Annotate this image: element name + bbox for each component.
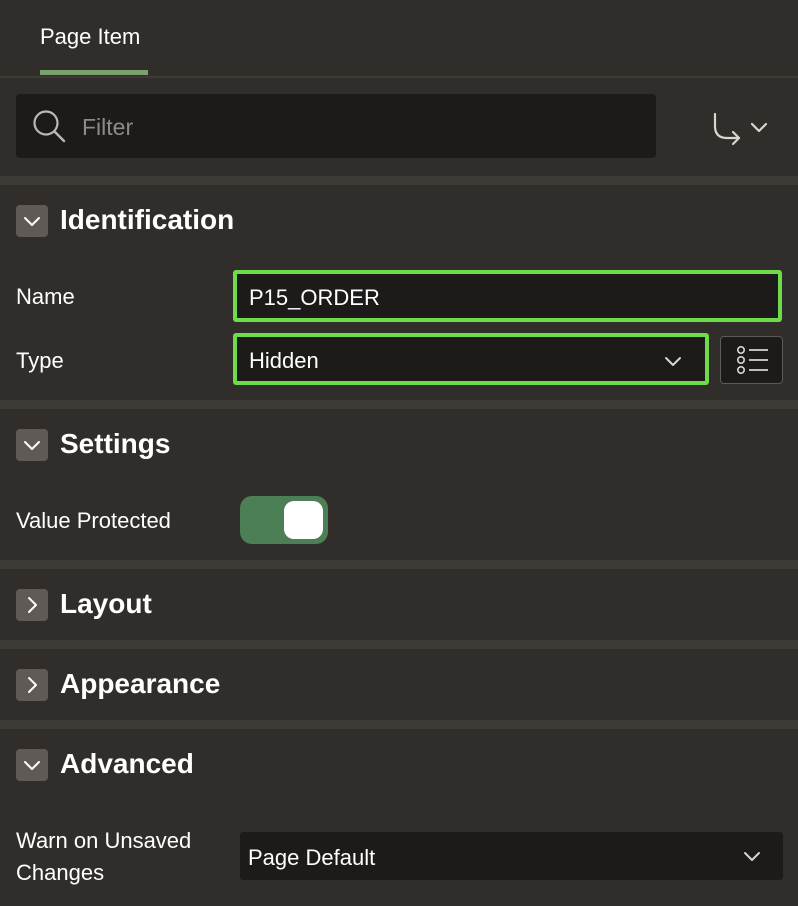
value-protected-toggle[interactable] <box>240 496 328 544</box>
chevron-right-icon <box>28 677 37 693</box>
section-toggle[interactable] <box>16 429 48 461</box>
chevron-down-icon <box>665 357 681 366</box>
name-label: Name <box>16 284 75 309</box>
warn-unsaved-value: Page Default <box>248 845 376 870</box>
tab-bar: Page Item <box>0 0 798 78</box>
section-toggle[interactable] <box>16 589 48 621</box>
filter-box <box>16 94 656 158</box>
section-header-settings[interactable]: Settings <box>0 414 798 474</box>
section-divider <box>0 560 798 569</box>
name-field[interactable]: P15_ORDER <box>233 270 782 322</box>
filter-input[interactable] <box>80 108 644 146</box>
section-toggle[interactable] <box>16 205 48 237</box>
section-title: Appearance <box>60 668 221 699</box>
section-divider <box>0 176 798 185</box>
chevron-right-icon <box>28 597 37 613</box>
type-value: Hidden <box>249 348 319 373</box>
type-label: Type <box>16 348 64 373</box>
chevron-down-icon <box>24 217 40 226</box>
value-protected-label: Value Protected <box>16 508 171 533</box>
chevron-down-icon <box>24 761 40 770</box>
section-header-appearance[interactable]: Appearance <box>0 654 798 714</box>
name-value: P15_ORDER <box>249 285 380 310</box>
search-icon <box>33 110 66 143</box>
section-toggle[interactable] <box>16 669 48 701</box>
list-icon <box>736 346 768 374</box>
section-divider <box>0 720 798 729</box>
section-header-identification[interactable]: Identification <box>0 190 798 250</box>
section-divider <box>0 400 798 409</box>
toggle-knob <box>284 501 323 539</box>
section-title: Settings <box>60 428 171 459</box>
section-title: Layout <box>60 588 152 619</box>
tab-active-indicator <box>40 70 148 75</box>
section-divider <box>0 640 798 649</box>
section-title: Advanced <box>60 748 194 779</box>
section-header-layout[interactable]: Layout <box>0 574 798 634</box>
warn-unsaved-label-line2: Changes <box>16 860 105 885</box>
type-select[interactable]: Hidden <box>233 333 709 385</box>
property-editor: Page Item Identification Name P15_ORDER … <box>0 0 798 906</box>
go-to-group-icon <box>713 112 768 146</box>
tab-label: Page Item <box>40 24 141 49</box>
chevron-down-icon <box>744 852 760 861</box>
go-to-group-button[interactable] <box>706 108 774 148</box>
list-button[interactable] <box>720 336 783 384</box>
section-header-advanced[interactable]: Advanced <box>0 734 798 794</box>
section-toggle[interactable] <box>16 749 48 781</box>
chevron-down-icon <box>24 441 40 450</box>
warn-unsaved-select[interactable]: Page Default <box>240 832 783 880</box>
warn-unsaved-label-line1: Warn on Unsaved <box>16 828 192 853</box>
section-title: Identification <box>60 204 235 235</box>
